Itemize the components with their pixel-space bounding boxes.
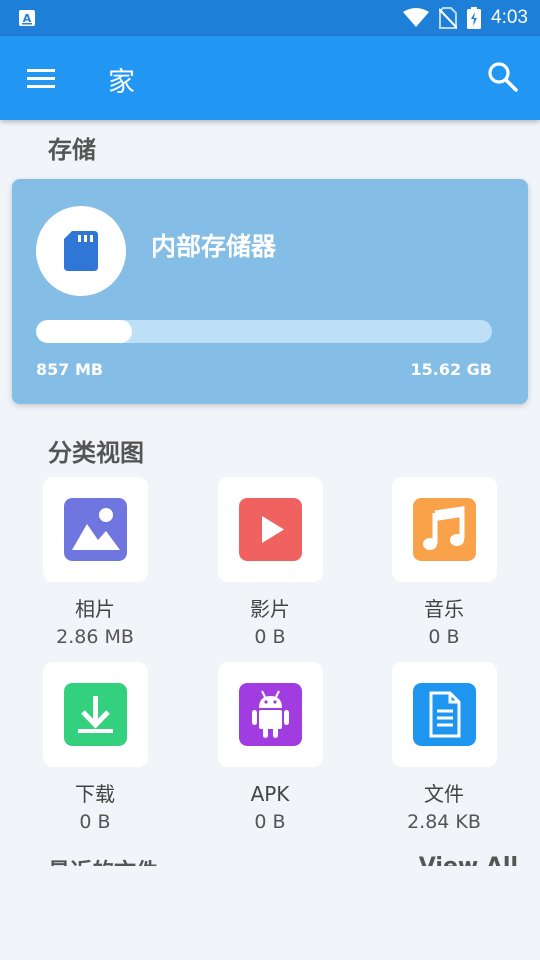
internal-storage-card[interactable]: 内部存储器 857 MB 15.62 GB xyxy=(12,179,528,404)
category-name: APK xyxy=(250,782,290,806)
category-size: 2.86 MB xyxy=(56,626,134,648)
category-documents[interactable]: 文件 2.84 KB xyxy=(374,662,514,835)
category-music-button[interactable] xyxy=(391,477,497,582)
category-apk-button[interactable] xyxy=(217,662,323,767)
recent-files-header: 最近的文件 View All xyxy=(48,852,518,866)
menu-icon[interactable] xyxy=(24,62,58,94)
category-apk[interactable]: APK 0 B xyxy=(200,662,340,835)
category-name: 相片 xyxy=(75,597,115,621)
app-bar: 家 xyxy=(0,36,540,120)
storage-section-title: 存储 xyxy=(48,136,96,164)
category-name: 下载 xyxy=(75,782,115,806)
category-size: 2.84 KB xyxy=(407,811,481,833)
category-downloads[interactable]: 下载 0 B xyxy=(25,662,165,835)
category-size: 0 B xyxy=(428,626,460,648)
storage-name: 内部存储器 xyxy=(151,232,277,261)
category-size: 0 B xyxy=(254,626,286,648)
recent-files-title: 最近的文件 xyxy=(48,854,158,866)
wifi-icon xyxy=(403,8,430,27)
search-icon[interactable] xyxy=(486,60,520,94)
category-videos[interactable]: 影片 0 B xyxy=(200,477,340,650)
no-sim-icon xyxy=(439,7,458,29)
status-bar: A 4:03 xyxy=(0,0,540,36)
page-title: 家 xyxy=(108,67,135,98)
category-name: 文件 xyxy=(424,782,464,806)
category-name: 音乐 xyxy=(424,597,464,621)
music-icon xyxy=(412,498,476,561)
category-videos-button[interactable] xyxy=(217,477,323,582)
category-section-title: 分类视图 xyxy=(48,439,144,467)
category-size: 0 B xyxy=(79,811,111,833)
download-icon xyxy=(63,683,127,746)
storage-total: 15.62 GB xyxy=(410,360,492,379)
category-photos-button[interactable] xyxy=(42,477,148,582)
category-downloads-button[interactable] xyxy=(42,662,148,767)
battery-charging-icon xyxy=(467,7,482,29)
sd-card-icon xyxy=(64,231,98,271)
image-icon xyxy=(63,498,127,561)
a-notification-icon: A xyxy=(19,10,35,26)
sd-card-icon-container xyxy=(36,206,126,296)
category-name: 影片 xyxy=(250,597,290,621)
storage-progress-bar xyxy=(36,320,492,343)
document-icon xyxy=(412,683,476,746)
view-all-link[interactable]: View All xyxy=(419,854,518,866)
category-photos[interactable]: 相片 2.86 MB xyxy=(25,477,165,650)
category-music[interactable]: 音乐 0 B xyxy=(374,477,514,650)
category-documents-button[interactable] xyxy=(391,662,497,767)
storage-progress-fill xyxy=(36,320,132,343)
status-time: 4:03 xyxy=(491,7,528,28)
android-icon xyxy=(238,683,302,746)
video-icon xyxy=(238,498,302,561)
storage-used: 857 MB xyxy=(36,360,104,379)
category-size: 0 B xyxy=(254,811,286,833)
